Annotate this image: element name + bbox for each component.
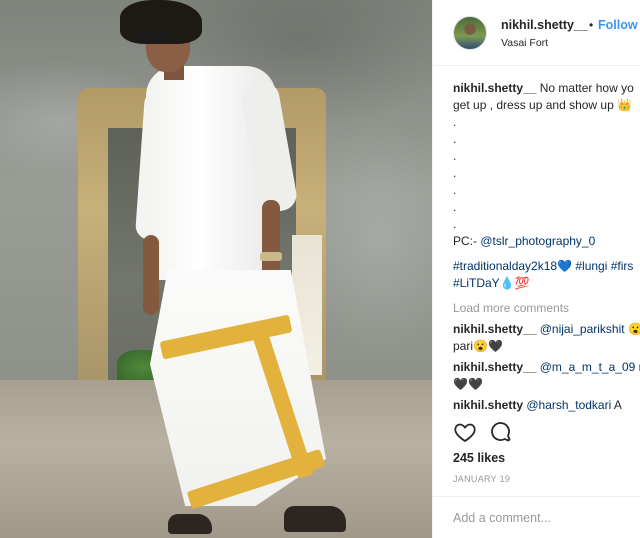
credit-prefix: PC:- — [453, 234, 481, 248]
separator-dot: • — [589, 18, 594, 32]
credit-handle-link[interactable]: @tslr_photography_0 — [480, 234, 595, 248]
photo-credit: PC:- @tslr_photography_0 — [453, 233, 640, 250]
comment-text: A — [611, 398, 622, 412]
add-comment-input[interactable]: Add a comment... — [453, 511, 551, 525]
comment-username[interactable]: nikhil.shetty__ — [453, 360, 536, 374]
caption-dot: . — [453, 149, 457, 163]
comment-item: nikhil.shetty @harsh_todkari A — [453, 397, 640, 414]
post-date[interactable]: JANUARY 19 — [453, 474, 510, 484]
comment-username[interactable]: nikhil.shetty — [453, 398, 523, 412]
shoe-left — [168, 514, 212, 534]
post-header: nikhil.shetty__ • Follow Vasai Fort — [433, 0, 640, 66]
comment-text-continued: 🖤🖤 — [453, 377, 483, 391]
caption-dot: . — [453, 183, 457, 197]
load-more-comments-button[interactable]: Load more comments — [453, 300, 640, 317]
wristwatch — [260, 252, 282, 261]
post-photo[interactable] — [0, 0, 432, 538]
comment-text: 😮 — [625, 322, 640, 336]
comment-mention[interactable]: @m_a_m_t_a_09 — [540, 360, 636, 374]
hashtags-line-2[interactable]: #LiTDaY💧💯 — [453, 275, 640, 292]
post-username[interactable]: nikhil.shetty__ — [501, 18, 588, 32]
comment-item: nikhil.shetty__ @m_a_m_t_a_09 n — [453, 359, 640, 376]
caption-text-1: No matter how yo — [539, 81, 634, 95]
heart-icon[interactable] — [453, 420, 477, 447]
avatar[interactable] — [453, 16, 487, 50]
comments-list: nikhil.shetty__ No matter how yo get up … — [453, 80, 640, 414]
caption-line-1: nikhil.shetty__ No matter how yo — [453, 80, 640, 97]
caption-dot: . — [453, 132, 457, 146]
sunglasses — [137, 33, 171, 43]
follow-button[interactable]: Follow — [598, 18, 638, 32]
likes-count[interactable]: 245 likes — [453, 451, 505, 465]
comment-username[interactable]: nikhil.shetty__ — [453, 322, 536, 336]
post-side-panel: nikhil.shetty__ • Follow Vasai Fort nikh… — [432, 0, 640, 538]
arm-left — [143, 235, 159, 315]
location-link[interactable]: Vasai Fort — [501, 37, 548, 49]
caption-username[interactable]: nikhil.shetty__ — [453, 81, 536, 95]
comment-text-continued: pari😮🖤 — [453, 339, 503, 353]
comment-mention[interactable]: @nijai_parikshit — [540, 322, 625, 336]
caption-text-2: get up , dress up and show up 👑 — [453, 98, 633, 112]
caption-dot: . — [453, 115, 457, 129]
caption-dot: . — [453, 217, 457, 231]
comment-bubble-icon[interactable] — [489, 420, 513, 447]
add-comment-bar: Add a comment... — [433, 496, 640, 538]
comment-mention[interactable]: @harsh_todkari — [526, 398, 611, 412]
caption-dot: . — [453, 200, 457, 214]
shoe-right — [284, 506, 346, 532]
comment-text: n — [635, 360, 640, 374]
caption-dot: . — [453, 166, 457, 180]
comment-item: nikhil.shetty__ @nijai_parikshit 😮 — [453, 321, 640, 338]
hashtags-line-1[interactable]: #traditionalday2k18💙 #lungi #firs — [453, 258, 640, 275]
